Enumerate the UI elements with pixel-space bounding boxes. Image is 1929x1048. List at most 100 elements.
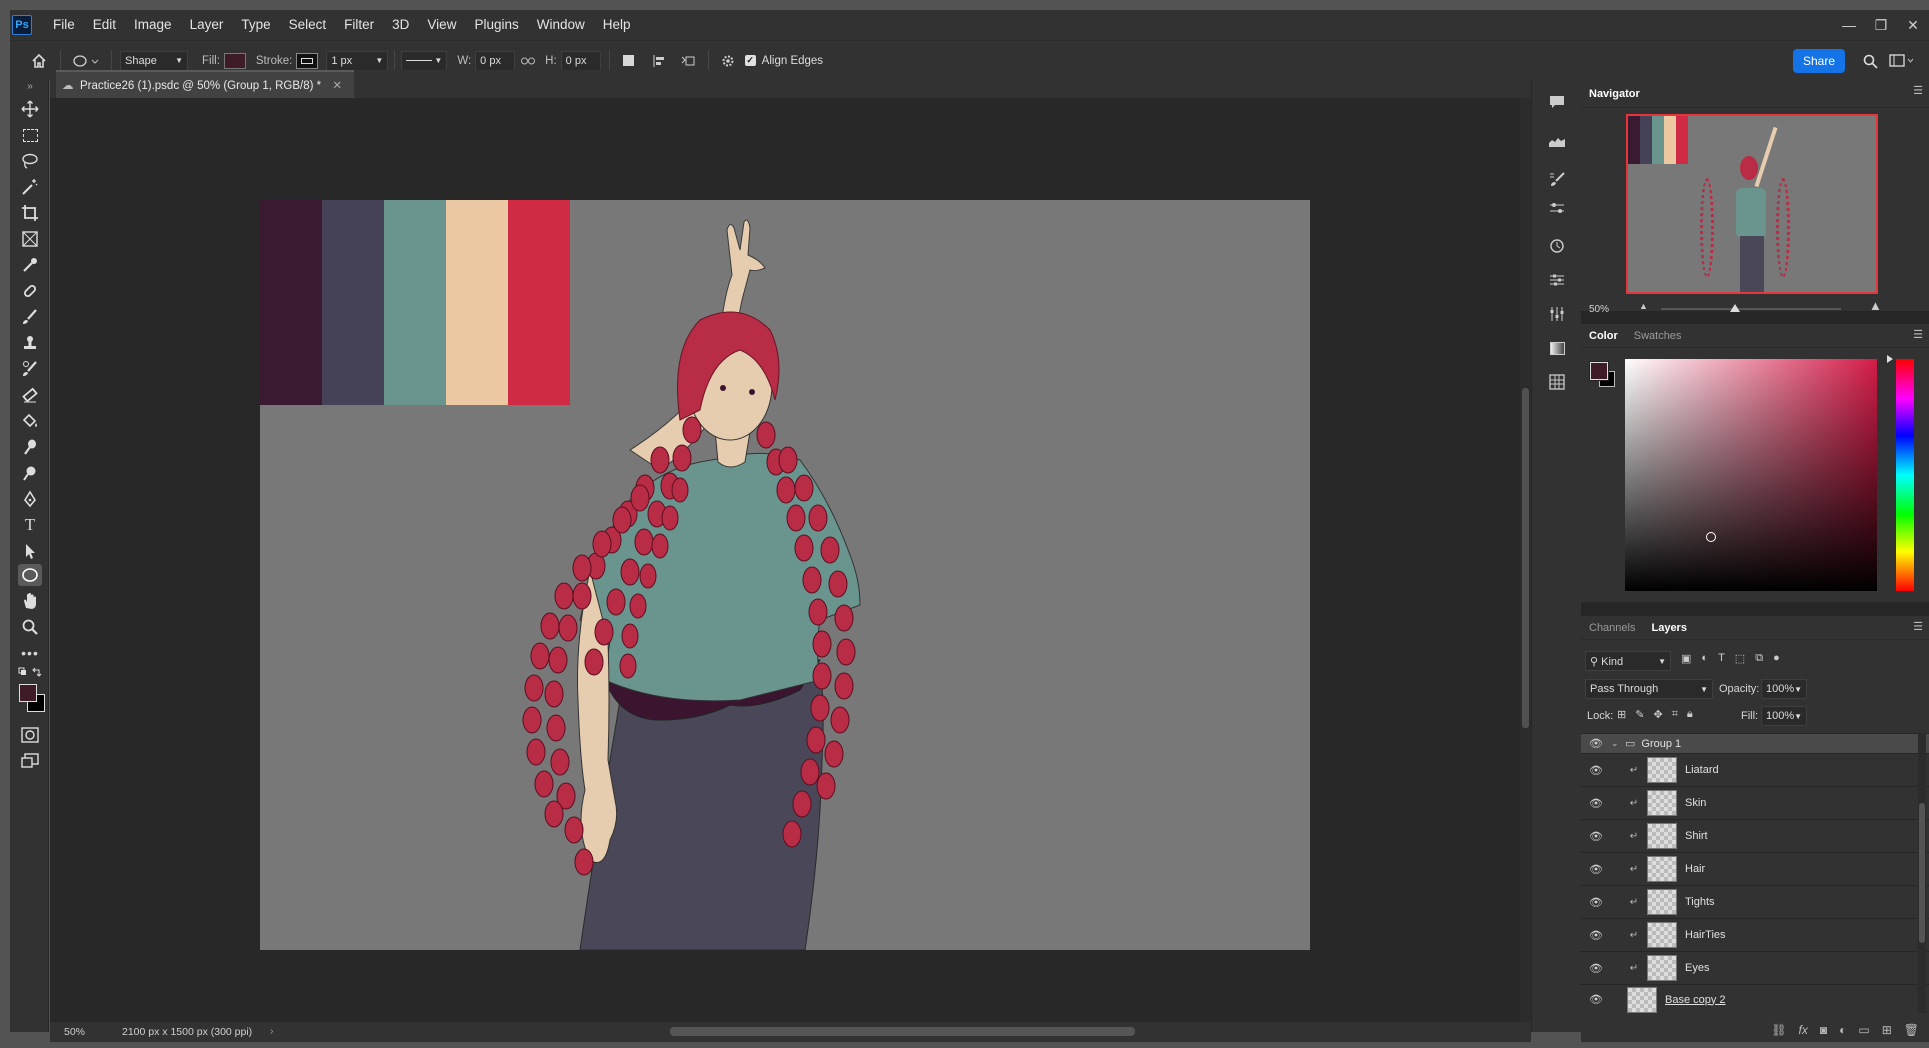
move-tool-icon[interactable] bbox=[18, 98, 42, 120]
visibility-eye-icon[interactable]: 👁︎ bbox=[1581, 797, 1611, 810]
path-arrangement-icon[interactable] bbox=[678, 50, 700, 72]
lock-pixels-icon[interactable]: ✎ bbox=[1635, 708, 1644, 721]
hue-slider-handle[interactable] bbox=[1887, 355, 1893, 363]
new-layer-icon[interactable]: ⊞ bbox=[1882, 1023, 1892, 1037]
zoom-tool-icon[interactable] bbox=[18, 616, 42, 638]
layers-menu-icon[interactable]: ☰ bbox=[1913, 620, 1923, 633]
hand-tool-icon[interactable] bbox=[18, 590, 42, 612]
visibility-eye-icon[interactable]: 👁︎ bbox=[1581, 830, 1611, 843]
delete-layer-icon[interactable]: 🗑︎ bbox=[1904, 1023, 1919, 1037]
menu-image[interactable]: Image bbox=[125, 10, 181, 40]
home-icon[interactable] bbox=[26, 50, 52, 72]
filter-smart-object-icon[interactable]: ⧉ bbox=[1755, 652, 1763, 665]
layer-group-row[interactable]: 👁︎ ⌄ ▭ Group 1 bbox=[1581, 733, 1929, 753]
navigator-zoom-slider[interactable] bbox=[1661, 308, 1841, 310]
minimize-button[interactable]: — bbox=[1833, 10, 1865, 40]
tool-mode-dropdown[interactable]: Shape ▼ bbox=[120, 50, 188, 71]
fx-icon[interactable]: fx bbox=[1799, 1023, 1808, 1037]
lasso-tool-icon[interactable] bbox=[18, 150, 42, 172]
layers-scrollbar-thumb[interactable] bbox=[1919, 803, 1925, 943]
tab-swatches[interactable]: Swatches bbox=[1626, 324, 1690, 348]
canvas[interactable] bbox=[260, 200, 1310, 950]
navigator-menu-icon[interactable]: ☰ bbox=[1913, 84, 1923, 97]
type-tool-icon[interactable]: T bbox=[18, 514, 42, 536]
horizontal-scrollbar-thumb[interactable] bbox=[670, 1027, 1135, 1036]
menu-plugins[interactable]: Plugins bbox=[465, 10, 527, 40]
collapse-toolbar-icon[interactable]: » bbox=[18, 80, 42, 92]
layer-row[interactable]: 👁︎ ↵ HairTies bbox=[1581, 918, 1929, 951]
marquee-tool-icon[interactable] bbox=[18, 124, 42, 146]
filter-adjustment-icon[interactable]: ◐ bbox=[1701, 652, 1708, 665]
layers-scrollbar[interactable] bbox=[1918, 733, 1926, 1013]
paint-bucket-tool-icon[interactable] bbox=[18, 410, 42, 432]
workspace-icon[interactable] bbox=[1887, 50, 1917, 72]
visibility-eye-icon[interactable]: 👁︎ bbox=[1581, 962, 1611, 975]
gear-icon[interactable] bbox=[717, 50, 739, 72]
visibility-eye-icon[interactable]: 👁︎ bbox=[1581, 993, 1611, 1006]
menu-layer[interactable]: Layer bbox=[181, 10, 233, 40]
zoom-out-icon[interactable]: ▲ bbox=[1639, 301, 1648, 311]
path-alignment-icon[interactable] bbox=[648, 50, 670, 72]
layer-row[interactable]: 👁︎ ↵ Hair bbox=[1581, 852, 1929, 885]
layer-row[interactable]: 👁︎ Base copy 2 bbox=[1581, 984, 1929, 1014]
opacity-input[interactable]: 100% ▼ bbox=[1761, 679, 1807, 699]
color-menu-icon[interactable]: ☰ bbox=[1913, 328, 1923, 341]
brushes-icon[interactable] bbox=[1545, 168, 1569, 192]
layer-row[interactable]: 👁︎ ↵ Skin bbox=[1581, 786, 1929, 819]
eyedropper-tool-icon[interactable] bbox=[18, 254, 42, 276]
color-picker-cursor[interactable] bbox=[1706, 532, 1716, 542]
foreground-color-swatch[interactable] bbox=[19, 684, 37, 702]
brush-settings-icon[interactable] bbox=[1545, 196, 1569, 220]
clone-stamp-tool-icon[interactable] bbox=[18, 332, 42, 354]
fill-color-swatch[interactable] bbox=[223, 52, 246, 69]
menu-window[interactable]: Window bbox=[528, 10, 594, 40]
width-input[interactable]: 0 px bbox=[475, 50, 516, 71]
filter-shape-icon[interactable]: ⬚ bbox=[1735, 652, 1745, 665]
navigator-zoom-slider-handle[interactable] bbox=[1730, 304, 1740, 312]
dodge-tool-icon[interactable] bbox=[18, 462, 42, 484]
smudge-tool-icon[interactable] bbox=[18, 436, 42, 458]
new-group-icon[interactable]: ▭ bbox=[1858, 1023, 1869, 1037]
lock-position-icon[interactable]: ✥ bbox=[1653, 708, 1662, 721]
screen-mode-icon[interactable] bbox=[18, 750, 42, 772]
filter-pixel-icon[interactable]: ▣ bbox=[1681, 652, 1691, 665]
filter-type-icon[interactable]: T bbox=[1718, 652, 1725, 665]
vertical-scrollbar-thumb[interactable] bbox=[1522, 388, 1529, 728]
magic-wand-tool-icon[interactable] bbox=[18, 176, 42, 198]
blend-mode-dropdown[interactable]: Pass Through ▼ bbox=[1585, 679, 1713, 699]
tab-layers[interactable]: Layers bbox=[1643, 616, 1694, 640]
crop-tool-icon[interactable] bbox=[18, 202, 42, 224]
menu-edit[interactable]: Edit bbox=[84, 10, 125, 40]
menu-file[interactable]: File bbox=[44, 10, 84, 40]
menu-view[interactable]: View bbox=[418, 10, 465, 40]
close-window-button[interactable]: ✕ bbox=[1897, 10, 1929, 40]
visibility-eye-icon[interactable]: 👁︎ bbox=[1581, 863, 1611, 876]
filter-toggle-icon[interactable]: ● bbox=[1773, 652, 1780, 665]
menu-select[interactable]: Select bbox=[280, 10, 336, 40]
lock-artboard-icon[interactable]: ⌗ bbox=[1672, 708, 1678, 721]
layer-row[interactable]: 👁︎ ↵ Eyes bbox=[1581, 951, 1929, 984]
status-expand-icon[interactable]: › bbox=[270, 1025, 274, 1037]
navigator-title[interactable]: Navigator bbox=[1581, 82, 1648, 106]
stroke-style-dropdown[interactable]: ▼ bbox=[401, 50, 448, 71]
add-mask-icon[interactable]: ◙ bbox=[1820, 1023, 1827, 1037]
link-layers-icon[interactable]: ⛓ bbox=[1771, 1023, 1786, 1037]
menu-3d[interactable]: 3D bbox=[383, 10, 418, 40]
history-icon[interactable] bbox=[1545, 234, 1569, 258]
layer-filter-dropdown[interactable]: ⚲ Kind ▼ bbox=[1585, 651, 1671, 671]
lock-transparent-icon[interactable]: ⊞ bbox=[1617, 708, 1626, 721]
share-button[interactable]: Share bbox=[1793, 49, 1845, 73]
menu-type[interactable]: Type bbox=[232, 10, 279, 40]
gradients-icon[interactable] bbox=[1545, 336, 1569, 360]
frame-tool-icon[interactable] bbox=[18, 228, 42, 250]
stroke-width-dropdown[interactable]: 1 px ▼ bbox=[326, 50, 389, 71]
menu-filter[interactable]: Filter bbox=[335, 10, 383, 40]
layer-row[interactable]: 👁︎ ↵ Liatard bbox=[1581, 753, 1929, 786]
group-expand-chevron-icon[interactable]: ⌄ bbox=[1611, 738, 1625, 749]
comments-icon[interactable] bbox=[1545, 90, 1569, 114]
layer-row[interactable]: 👁︎ ↵ Tights bbox=[1581, 885, 1929, 918]
healing-brush-tool-icon[interactable] bbox=[18, 280, 42, 302]
path-selection-tool-icon[interactable] bbox=[18, 540, 42, 562]
adjustments-icon[interactable] bbox=[1545, 268, 1569, 292]
eraser-tool-icon[interactable] bbox=[18, 384, 42, 406]
